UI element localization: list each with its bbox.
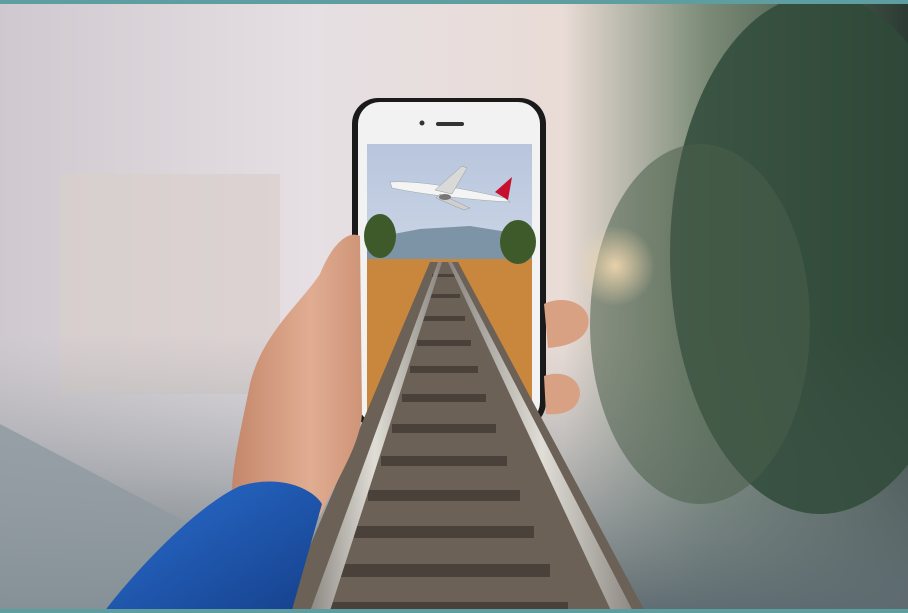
blurred-foliage: [590, 144, 810, 504]
screen-tree-right: [500, 220, 536, 264]
photo-frame: [0, 0, 908, 613]
screen-tree-left: [364, 214, 396, 258]
phone-speaker: [436, 122, 464, 126]
phone-camera: [419, 120, 425, 126]
bokeh-light: [575, 226, 655, 306]
photo-illustration: [0, 4, 908, 609]
